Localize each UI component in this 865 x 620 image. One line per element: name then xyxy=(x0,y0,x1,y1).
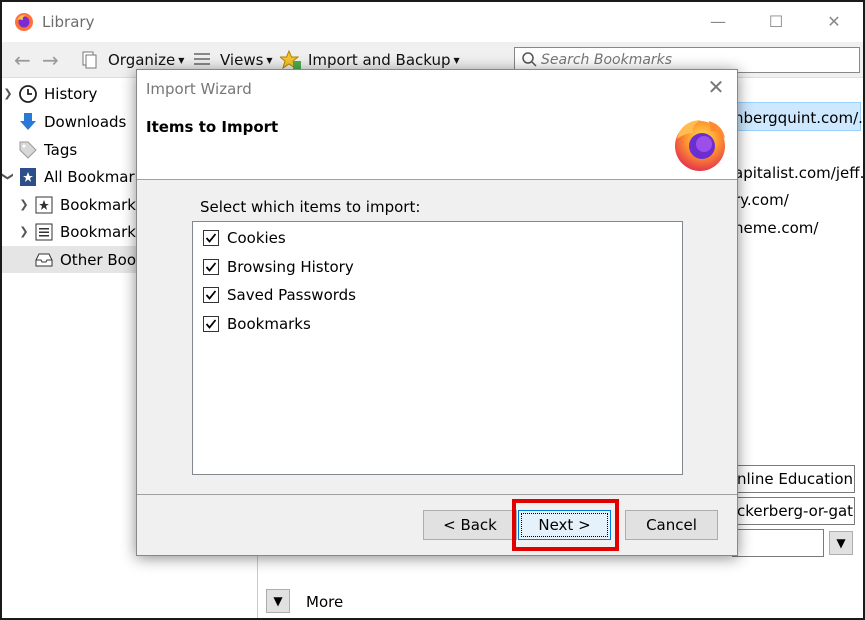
bookmark-url[interactable]: neme.com/ xyxy=(734,219,818,237)
import-prompt: Select which items to import: xyxy=(200,198,421,216)
organize-label: Organize xyxy=(108,51,176,69)
checkbox[interactable] xyxy=(203,287,219,303)
import-wizard-dialog: Import Wizard ✕ Items to Import Select w xyxy=(136,69,738,556)
bookmarks-library-icon xyxy=(20,167,36,186)
tree-item-label: History xyxy=(44,84,98,103)
star-import-icon xyxy=(280,50,301,70)
location-field-value: ckerberg-or-gate xyxy=(737,502,855,520)
checkbox[interactable] xyxy=(203,259,219,275)
window-title: Library xyxy=(42,13,95,31)
checkbox[interactable] xyxy=(203,230,219,246)
check-icon xyxy=(205,319,217,329)
bookmark-url[interactable]: ry.com/ xyxy=(734,191,789,209)
import-item-browsing-history[interactable]: Browsing History xyxy=(203,255,354,279)
dialog-header: Import Wizard ✕ Items to Import xyxy=(137,70,737,180)
clock-icon xyxy=(19,84,37,103)
import-backup-menu[interactable]: Import and Backup ▼ xyxy=(280,50,460,70)
import-items-list: Cookies Browsing History Saved Passwords… xyxy=(192,221,683,475)
import-item-label: Cookies xyxy=(227,229,286,247)
next-button-highlight-box xyxy=(512,499,619,551)
import-item-label: Saved Passwords xyxy=(227,286,356,304)
chevron-down-icon: ▼ xyxy=(273,594,283,608)
search-icon xyxy=(522,52,537,67)
bookmark-url[interactable]: apitalist.com/jeff... xyxy=(734,164,863,182)
close-window-button[interactable]: ✕ xyxy=(822,10,846,34)
download-arrow-icon xyxy=(20,112,36,130)
inbox-folder-icon xyxy=(35,253,53,266)
back-arrow-icon[interactable]: ← xyxy=(14,48,31,72)
expand-chevron-icon[interactable]: ❯ xyxy=(2,87,14,100)
import-item-cookies[interactable]: Cookies xyxy=(203,226,286,250)
dialog-close-icon[interactable]: ✕ xyxy=(705,76,727,98)
dialog-heading: Items to Import xyxy=(146,118,279,136)
forward-arrow-icon[interactable]: → xyxy=(42,48,59,72)
expand-chevron-icon[interactable]: ❯ xyxy=(18,198,30,211)
collapse-chevron-icon[interactable]: ❯ xyxy=(2,171,15,183)
import-backup-label: Import and Backup xyxy=(308,51,451,69)
tags-dropdown-button[interactable]: ▼ xyxy=(829,531,853,555)
back-button[interactable]: < Back xyxy=(423,510,517,540)
more-label[interactable]: More xyxy=(306,593,343,611)
expand-chevron-icon[interactable]: ❯ xyxy=(18,225,30,238)
firefox-logo-icon xyxy=(675,120,725,171)
views-label: Views xyxy=(220,51,264,69)
bookmark-url[interactable]: nbergquint.com/... xyxy=(734,109,863,127)
location-field[interactable]: ckerberg-or-gate xyxy=(732,497,855,525)
cancel-button[interactable]: Cancel xyxy=(625,510,718,540)
import-item-label: Bookmarks xyxy=(227,315,311,333)
back-button-label: < Back xyxy=(443,516,497,534)
cancel-button-label: Cancel xyxy=(646,516,697,534)
organize-menu[interactable]: Organize ▼ xyxy=(80,50,184,70)
tree-item-label: Downloads xyxy=(44,112,127,131)
check-icon xyxy=(205,290,217,300)
organize-icon xyxy=(82,51,97,69)
views-menu[interactable]: Views ▼ xyxy=(192,50,273,70)
check-icon xyxy=(205,262,217,272)
minimize-button[interactable]: — xyxy=(706,10,730,34)
firefox-logo-icon xyxy=(15,13,33,31)
maximize-button[interactable]: ☐ xyxy=(764,10,788,34)
check-icon xyxy=(205,233,217,243)
menu-folder-icon xyxy=(35,223,53,240)
dialog-title: Import Wizard xyxy=(146,80,252,98)
import-item-bookmarks[interactable]: Bookmarks xyxy=(203,312,311,336)
views-icon xyxy=(194,53,210,65)
search-placeholder: Search Bookmarks xyxy=(541,52,673,68)
checkbox[interactable] xyxy=(203,316,219,332)
import-item-label: Browsing History xyxy=(227,258,354,276)
tags-field[interactable] xyxy=(732,529,824,557)
name-field-value: nline Education in xyxy=(737,470,854,488)
star-folder-icon xyxy=(35,196,53,213)
title-bar: Library — ☐ ✕ xyxy=(2,2,863,42)
more-toggle-button[interactable]: ▼ xyxy=(266,589,290,613)
dialog-divider xyxy=(137,494,737,495)
chevron-down-icon: ▼ xyxy=(836,536,846,550)
import-item-saved-passwords[interactable]: Saved Passwords xyxy=(203,283,356,307)
name-field[interactable]: nline Education in xyxy=(732,465,855,493)
tree-item-label: Tags xyxy=(44,140,78,159)
library-window: Library — ☐ ✕ ← → Organize ▼ Views ▼ Impor… xyxy=(0,0,865,620)
tag-icon xyxy=(19,141,37,159)
